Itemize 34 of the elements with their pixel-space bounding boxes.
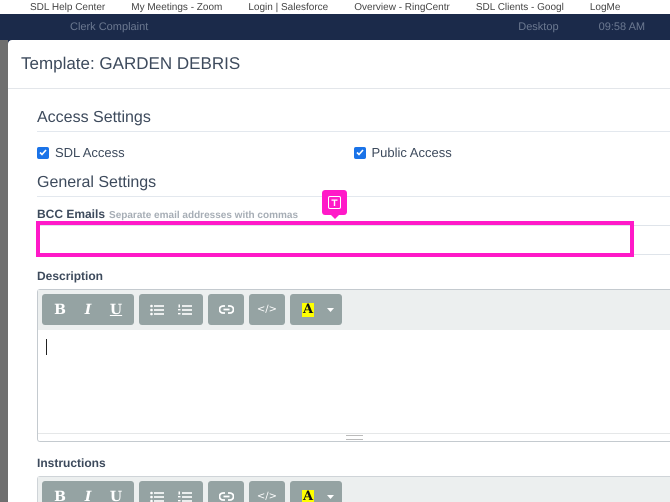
text-cursor — [46, 339, 47, 355]
bookmark-link[interactable]: LogMe — [590, 2, 620, 14]
bookmark-link[interactable]: Overview - RingCentr — [354, 2, 450, 14]
clock-time: 09:58 AM — [598, 21, 646, 33]
bullet-list-icon — [150, 304, 164, 316]
numbered-list-icon — [178, 304, 192, 316]
rich-text-editor[interactable]: B I U </> A — [37, 476, 670, 502]
checkbox-label: Public Access — [372, 145, 452, 160]
bookmark-link[interactable]: SDL Help Center — [30, 2, 106, 14]
rich-text-editor[interactable]: B I U </> A — [37, 289, 670, 442]
app-title: Clerk Complaint — [70, 21, 148, 33]
bookmark-link[interactable]: My Meetings - Zoom — [131, 2, 222, 14]
field-label: BCC Emails — [37, 207, 106, 221]
resize-handle[interactable] — [38, 433, 670, 441]
section-heading: Access Settings — [37, 109, 670, 132]
checkbox[interactable] — [37, 146, 49, 158]
checkbox[interactable] — [354, 146, 366, 158]
modal-title: Template: GARDEN DEBRIS — [21, 54, 240, 74]
location-label: Desktop — [518, 21, 559, 33]
link-icon — [218, 492, 234, 501]
field-label: Description — [37, 269, 104, 283]
highlight-button[interactable]: A — [294, 294, 322, 325]
bookmark-link[interactable]: Login | Salesforce — [248, 2, 328, 14]
caret-icon — [326, 308, 334, 312]
bullet-list-icon — [150, 490, 164, 502]
field-hint: Separate email addresses with commas — [109, 210, 298, 221]
numbered-list-icon — [178, 490, 192, 502]
field-label: Instructions — [37, 456, 107, 470]
bcc-email-field[interactable] — [37, 225, 670, 255]
caret-icon — [326, 494, 334, 498]
highlight-button[interactable]: A — [294, 481, 322, 502]
bookmark-link[interactable]: SDL Clients - Googl — [476, 2, 564, 14]
link-icon — [218, 305, 234, 314]
checkbox-label: SDL Access — [55, 145, 125, 160]
